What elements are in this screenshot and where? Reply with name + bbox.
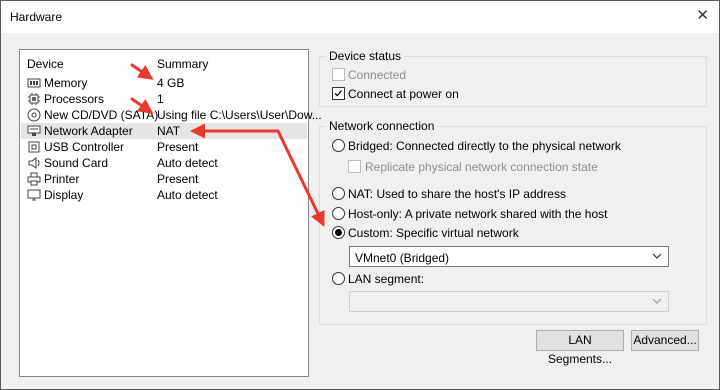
arrow-to-cd-dvd-icon (130, 97, 154, 114)
arrow-to-memory-icon (130, 63, 154, 80)
hardware-window: Hardware ✕ Device Summary Memory 4 GB Pr… (0, 0, 720, 390)
annotation-arrows (130, 63, 325, 227)
arrow-to-custom-icon (276, 129, 325, 227)
